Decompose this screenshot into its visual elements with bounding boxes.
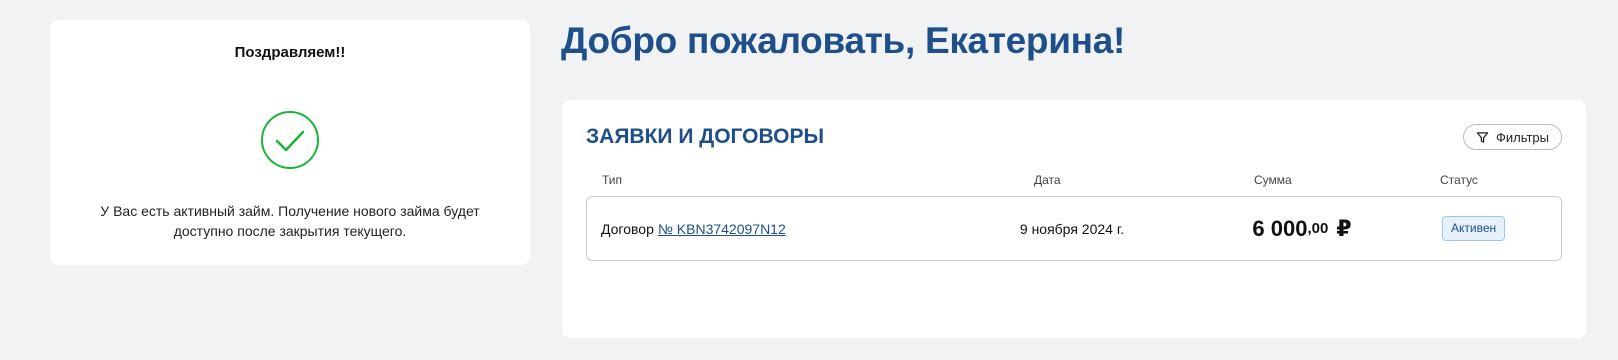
column-header-date: Дата: [1034, 173, 1061, 187]
section-title: ЗАЯВКИ И ДОГОВОРЫ: [586, 125, 825, 148]
filters-label: Фильтры: [1495, 129, 1549, 145]
column-header-type: Тип: [602, 173, 623, 187]
welcome-heading: Добро пожаловать, Екатерина!: [561, 20, 1126, 61]
table-row: Договор № KBN3742097N12 9 ноября 2024 г.…: [586, 196, 1562, 261]
column-header-sum: Сумма: [1254, 173, 1292, 187]
column-header-status: Статус: [1440, 173, 1478, 187]
filter-icon: [1476, 131, 1489, 143]
applications-card: ЗАЯВКИ И ДОГОВОРЫ Фильтры Тип Дата Сумма…: [562, 100, 1586, 338]
row-type: Договор № KBN3742097N12: [601, 197, 786, 260]
amount-integer: 6 000: [1252, 215, 1308, 241]
check-circle-icon: [261, 111, 319, 169]
row-date: 9 ноября 2024 г.: [1019, 220, 1125, 237]
promo-message: У Вас есть активный займ. Получение ново…: [100, 203, 480, 239]
amount-decimal: ,00: [1307, 220, 1329, 237]
filters-button[interactable]: Фильтры: [1462, 124, 1562, 150]
row-amount: 6 000 ,00 ₽: [1222, 197, 1382, 260]
promo-card: Поздравляем!! У Вас есть активный займ. …: [50, 20, 530, 265]
contract-link[interactable]: № KBN3742097N12: [658, 221, 786, 237]
promo-title: Поздравляем!!: [234, 44, 346, 61]
currency-symbol: ₽: [1336, 215, 1352, 241]
row-type-label: Договор: [601, 220, 654, 237]
status-badge: Активен: [1442, 216, 1506, 241]
